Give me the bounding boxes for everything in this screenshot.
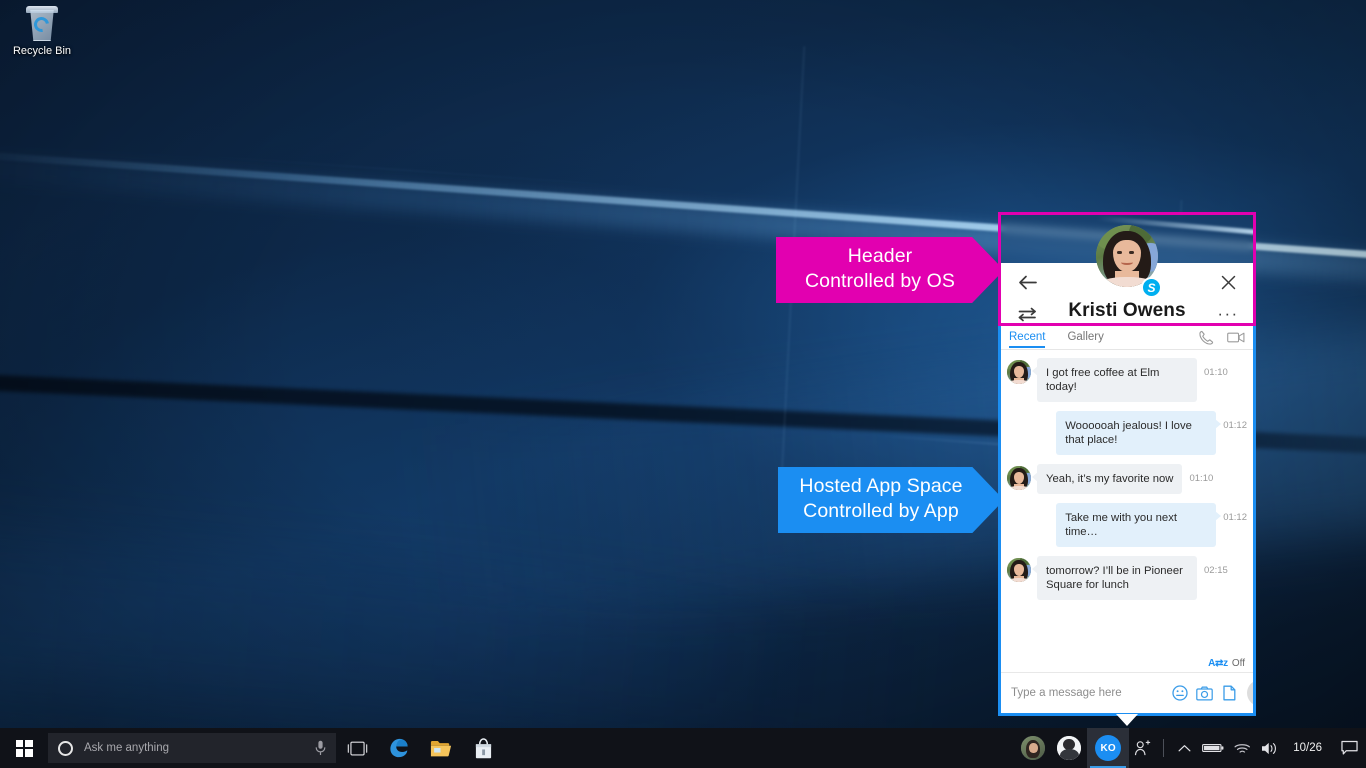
contact-name-title: Kristi Owens [1068,300,1186,321]
contact-avatar-1[interactable] [1021,736,1046,760]
app-controlled-space[interactable]: Recent Gallery I got free coffee at Elm … [998,326,1256,716]
translator-status-bar[interactable]: A⇄z Off [1001,654,1253,673]
message-avatar [1007,558,1031,582]
start-button[interactable] [0,728,48,768]
message-row: Yeah, it’s my favorite now 01:10 [1007,464,1247,494]
audio-call-icon[interactable] [1199,330,1214,345]
desktop-icon-label: Recycle Bin [12,45,72,57]
message-row: Take me with you next time… 01:12 [1007,503,1247,547]
message-avatar [1007,466,1031,490]
callout-header-controlled-by-os: Header Controlled by OS [776,237,1004,303]
search-placeholder: Ask me anything [84,742,170,754]
emoji-icon[interactable] [1169,683,1190,704]
file-explorer-icon[interactable] [420,728,462,768]
skype-badge-letter: S [1147,280,1156,295]
message-row: Woooooah jealous! I love that place! 01:… [1007,411,1247,455]
my-people-icon[interactable] [1129,728,1156,768]
message-row: I got free coffee at Elm today! 01:10 [1007,358,1247,402]
message-bubble: I got free coffee at Elm today! [1032,358,1197,402]
os-controlled-header: S ··· Kristi Owens [998,212,1256,326]
system-tray[interactable]: KO 10/26 [1015,728,1366,768]
callout-header-text: Header Controlled by OS [804,245,956,292]
taskbar[interactable]: Ask me anything KO 10/26 [0,728,1366,768]
desktop-icon-recycle-bin[interactable]: Recycle Bin [4,6,80,58]
send-button[interactable] [1247,680,1253,706]
task-view-icon[interactable] [336,728,378,768]
message-composer[interactable] [1001,673,1253,713]
message-timestamp: 01:12 [1223,420,1247,431]
flyout-pointer-tail [998,714,1256,728]
windows-logo-icon [15,739,33,757]
skype-my-people-flyout[interactable]: S ··· Kristi Owens Recent Gallery I got … [998,212,1256,716]
show-hidden-icons-chevron[interactable] [1171,728,1197,768]
search-input[interactable]: Ask me anything [48,733,336,763]
contact-initials: KO [1095,735,1122,761]
message-bubble: Take me with you next time… [1056,503,1222,547]
tab-recent[interactable]: Recent [1009,331,1046,348]
callout-app-text: Hosted App Space Controlled by App [799,475,963,522]
microsoft-store-icon[interactable] [462,728,504,768]
message-bubble: Woooooah jealous! I love that place! [1056,411,1222,455]
edge-browser-icon[interactable] [378,728,420,768]
message-avatar [1007,360,1031,384]
message-list[interactable]: I got free coffee at Elm today! 01:10 Wo… [1001,350,1253,654]
tab-bar[interactable]: Recent Gallery [1001,326,1253,350]
callout-hosted-app-space: Hosted App Space Controlled by App [778,467,1004,533]
translator-state-label: Off [1231,657,1245,669]
back-arrow-icon[interactable] [1014,270,1040,294]
recycle-bin-icon [25,6,59,42]
message-timestamp: 01:10 [1189,473,1214,484]
file-attachment-icon[interactable] [1219,683,1240,704]
wifi-icon[interactable] [1229,728,1256,768]
microphone-icon[interactable] [312,740,328,756]
tray-divider [1163,739,1165,757]
message-row: tomorrow? I’ll be in Pioneer Square for … [1007,556,1247,600]
video-call-icon[interactable] [1227,331,1245,344]
tab-actions [1199,330,1245,345]
volume-icon[interactable] [1256,728,1283,768]
message-input[interactable] [1011,687,1165,699]
cortana-circle-icon [58,740,73,756]
message-timestamp: 01:12 [1223,512,1247,523]
contact-avatar-2[interactable] [1057,736,1082,760]
tab-gallery[interactable]: Gallery [1067,331,1103,345]
message-timestamp: 02:15 [1204,565,1228,576]
translator-icon: A⇄z [1208,657,1228,669]
message-bubble: tomorrow? I’ll be in Pioneer Square for … [1032,556,1197,600]
message-bubble: Yeah, it’s my favorite now [1031,464,1183,494]
battery-icon[interactable] [1197,728,1229,768]
action-center-icon[interactable] [1332,728,1366,768]
skype-badge-icon: S [1141,277,1162,298]
contact-avatar-kristi[interactable]: KO [1087,728,1130,768]
desktop[interactable]: Recycle Bin Header Controlled by OS Host… [0,0,1366,768]
photo-icon[interactable] [1194,683,1215,704]
clock[interactable]: 10/26 [1283,728,1332,768]
message-timestamp: 01:10 [1204,367,1228,378]
close-icon[interactable] [1216,270,1240,294]
